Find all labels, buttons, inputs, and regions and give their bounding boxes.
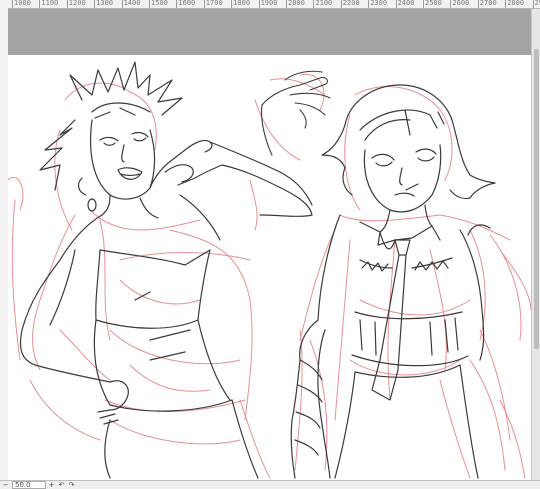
- vertical-scrollbar[interactable]: [531, 9, 540, 480]
- ruler-tick-label: 1400: [123, 0, 141, 7]
- ruler-tick-label: 2700: [479, 0, 497, 7]
- ruler-tick-label: 1300: [96, 0, 114, 7]
- ruler-tick: [423, 0, 424, 8]
- ruler-tick-label: 2100: [315, 0, 333, 7]
- ruler-tick: [313, 0, 315, 8]
- ruler-tick-label: 2500: [425, 0, 442, 7]
- ruler-tick: [39, 0, 41, 8]
- ruler-tick: [505, 0, 507, 8]
- ruler-tick: [203, 0, 205, 8]
- ruler-tick: [12, 0, 13, 8]
- drawing-canvas[interactable]: [8, 55, 531, 480]
- ruler-tick: [340, 0, 342, 8]
- rough-sketch-layer: [8, 73, 531, 479]
- zoom-in-button[interactable]: +: [48, 481, 55, 489]
- ruler-tick-label: 1700: [205, 0, 223, 7]
- ruler-tick-label: 1000: [14, 0, 31, 7]
- line-art-layer-left: [19, 61, 313, 479]
- ruler-tick: [258, 0, 260, 8]
- ruler-tick-label: 290: [534, 0, 540, 7]
- ruler-tick: [286, 0, 287, 8]
- ruler-tick-label: 2600: [452, 0, 470, 7]
- ruler-tick: [450, 0, 452, 8]
- sketch-artwork: [8, 61, 531, 479]
- ruler-tick: [149, 0, 150, 8]
- ruler-horizontal: 1000 1100 1200 1300 1400 1500 1600 1700 1800 1900…: [0, 0, 540, 9]
- rotate-right-button[interactable]: ↷: [68, 481, 75, 489]
- ruler-tick: [532, 0, 534, 8]
- ruler-tick: [368, 0, 370, 8]
- ruler-tick: [395, 0, 397, 8]
- ruler-tick-label: 1600: [178, 0, 196, 7]
- ruler-tick: [176, 0, 178, 8]
- ruler-tick-label: 2300: [370, 0, 388, 7]
- ruler-tick: [231, 0, 233, 8]
- ruler-tick-label: 1100: [41, 0, 59, 7]
- ruler-tick-label: 2000: [288, 0, 305, 7]
- ruler-tick: [121, 0, 123, 8]
- ruler-tick-label: 1900: [260, 0, 278, 7]
- ruler-tick-label: 2200: [342, 0, 360, 7]
- rotate-left-button[interactable]: ↶: [58, 481, 65, 489]
- ruler-tick-label: 2800: [507, 0, 525, 7]
- outside-canvas-area: [8, 9, 531, 55]
- ruler-tick-label: 1200: [68, 0, 86, 7]
- zoom-out-button[interactable]: −: [2, 481, 9, 489]
- ruler-tick-label: 2400: [397, 0, 415, 7]
- line-art-hand-sketch: [261, 70, 331, 156]
- line-art-layer-right: [290, 84, 496, 479]
- ruler-tick-label: 1800: [233, 0, 251, 7]
- ruler-tick: [94, 0, 96, 8]
- ruler-tick: [66, 0, 68, 8]
- ruler-tick-label: 1500: [151, 0, 168, 7]
- ruler-tick: [477, 0, 479, 8]
- scrollbar-thumb[interactable]: [534, 49, 539, 349]
